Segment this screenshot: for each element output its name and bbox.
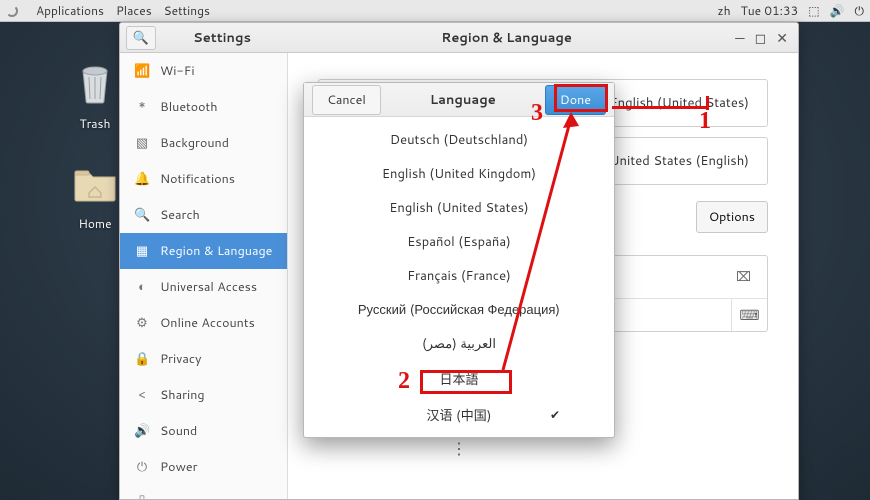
search-sidebar-icon: 🔍 — [134, 206, 150, 224]
menu-places[interactable]: Places — [116, 2, 152, 19]
settings-sidebar: 📶 Wi-Fi * Bluetooth ▧ Background 🔔 Notificat… — [120, 53, 288, 499]
menu-settings[interactable]: Settings — [164, 2, 210, 19]
sidebar-item-label: Background — [160, 134, 229, 152]
annotation-underline-language-value — [612, 106, 708, 109]
annotation-number-2: 2 — [398, 368, 410, 395]
annotation-number-3: 3 — [531, 100, 543, 127]
activities-icon — [6, 5, 18, 17]
sidebar-item-bluetooth[interactable]: * Bluetooth — [120, 89, 287, 125]
sidebar-item-label: Notifications — [160, 170, 235, 188]
sidebar-item-label: Wi-Fi — [160, 62, 195, 80]
onscreen-keyboard-button[interactable]: ⌨ — [731, 299, 767, 331]
more-languages-button[interactable]: ⋮ — [304, 433, 614, 464]
sidebar-item-label: Power — [160, 458, 197, 476]
language-option-deutsch[interactable]: Deutsch (Deutschland) — [304, 123, 614, 157]
sidebar-item-label: Bluetooth — [160, 98, 218, 116]
window-minimize-button[interactable]: — — [735, 28, 744, 48]
keyboard-layout-icon[interactable]: ⌧ — [736, 268, 751, 286]
check-icon: ✔ — [550, 406, 560, 423]
sidebar-item-label: Online Accounts — [160, 314, 255, 332]
network-sidebar-icon: 🖧 — [134, 494, 150, 499]
window-header: 🔍 Settings Region & Language — ◻ ✕ — [120, 23, 798, 53]
top-panel: Applications Places Settings zh Tue 01:3… — [0, 0, 870, 22]
power-sidebar-icon: ⏻ — [134, 458, 150, 476]
sidebar-item-power[interactable]: ⏻ Power — [120, 449, 287, 485]
cloud-icon: ⚙ — [134, 314, 150, 332]
window-title-right: Region & Language — [288, 29, 725, 47]
search-icon: 🔍 — [133, 29, 149, 47]
sidebar-item-universal-access[interactable]: ◐ Universal Access — [120, 269, 287, 305]
sidebar-item-sound[interactable]: 🔊 Sound — [120, 413, 287, 449]
sound-icon: 🔊 — [134, 422, 150, 440]
home-folder-icon — [71, 159, 119, 207]
sidebar-item-label: Sharing — [160, 386, 205, 404]
language-option-chinese-label: 汉语 (中国) — [427, 407, 492, 425]
language-dialog: Cancel Language Done Deutsch (Deutschlan… — [303, 82, 615, 438]
background-icon: ▧ — [134, 134, 150, 152]
input-sources-options-button[interactable]: Options — [696, 201, 768, 233]
region-icon: ▦ — [134, 242, 150, 260]
language-list[interactable]: Deutsch (Deutschland) English (United Ki… — [304, 117, 614, 470]
trash-icon — [71, 59, 119, 107]
language-row-value: English (United States) — [609, 94, 749, 112]
sidebar-item-background[interactable]: ▧ Background — [120, 125, 287, 161]
sidebar-item-network[interactable]: 🖧 Network — [120, 485, 287, 499]
sidebar-item-region-language[interactable]: ▦ Region & Language — [120, 233, 287, 269]
share-icon: < — [134, 386, 150, 404]
accessibility-icon: ◐ — [134, 278, 150, 296]
cancel-button[interactable]: Cancel — [312, 85, 381, 115]
window-maximize-button[interactable]: ◻ — [755, 28, 767, 48]
sidebar-item-online-accounts[interactable]: ⚙ Online Accounts — [120, 305, 287, 341]
language-option-english-uk[interactable]: English (United Kingdom) — [304, 157, 614, 191]
sidebar-item-sharing[interactable]: < Sharing — [120, 377, 287, 413]
sidebar-item-search[interactable]: 🔍 Search — [120, 197, 287, 233]
menu-applications[interactable]: Applications — [36, 2, 104, 19]
search-button[interactable]: 🔍 — [126, 26, 156, 50]
language-option-francais[interactable]: Français (France) — [304, 259, 614, 293]
language-option-arabic[interactable]: العربية (مصر) — [304, 327, 614, 361]
sidebar-item-wifi[interactable]: 📶 Wi-Fi — [120, 53, 287, 89]
formats-row-value: United States (English) — [609, 152, 749, 170]
volume-icon[interactable]: 🔊 — [830, 2, 845, 19]
bluetooth-icon: * — [134, 98, 150, 116]
dialog-header: Cancel Language Done — [304, 83, 614, 117]
sidebar-item-label: Search — [160, 206, 200, 224]
wifi-icon: 📶 — [134, 62, 150, 80]
done-button[interactable]: Done — [545, 85, 606, 115]
sidebar-item-label: Privacy — [160, 350, 201, 368]
language-option-chinese[interactable]: 汉语 (中国) ✔ — [304, 397, 614, 433]
sidebar-item-label: Sound — [160, 422, 197, 440]
clock[interactable]: Tue 01:33 — [741, 2, 799, 19]
sidebar-item-notifications[interactable]: 🔔 Notifications — [120, 161, 287, 197]
input-language-indicator[interactable]: zh — [717, 2, 730, 19]
sidebar-item-label: Network — [160, 496, 211, 499]
language-option-english-us[interactable]: English (United States) — [304, 191, 614, 225]
network-icon[interactable]: ⬚ — [808, 2, 819, 19]
annotation-number-1: 1 — [699, 108, 711, 135]
language-option-japanese[interactable]: 日本語 — [304, 361, 614, 397]
language-option-espanol[interactable]: Español (España) — [304, 225, 614, 259]
sidebar-item-label: Universal Access — [160, 278, 257, 296]
power-icon[interactable]: ⏻ — [855, 2, 865, 19]
window-title-left: Settings — [156, 29, 288, 47]
language-option-russian[interactable]: Русский (Российская Федерация) — [304, 293, 614, 327]
sidebar-item-privacy[interactable]: 🔒 Privacy — [120, 341, 287, 377]
dialog-title: Language — [381, 91, 545, 109]
window-close-button[interactable]: ✕ — [776, 28, 788, 48]
sidebar-item-label: Region & Language — [160, 242, 272, 260]
bell-icon: 🔔 — [134, 170, 150, 188]
lock-icon: 🔒 — [134, 350, 150, 368]
